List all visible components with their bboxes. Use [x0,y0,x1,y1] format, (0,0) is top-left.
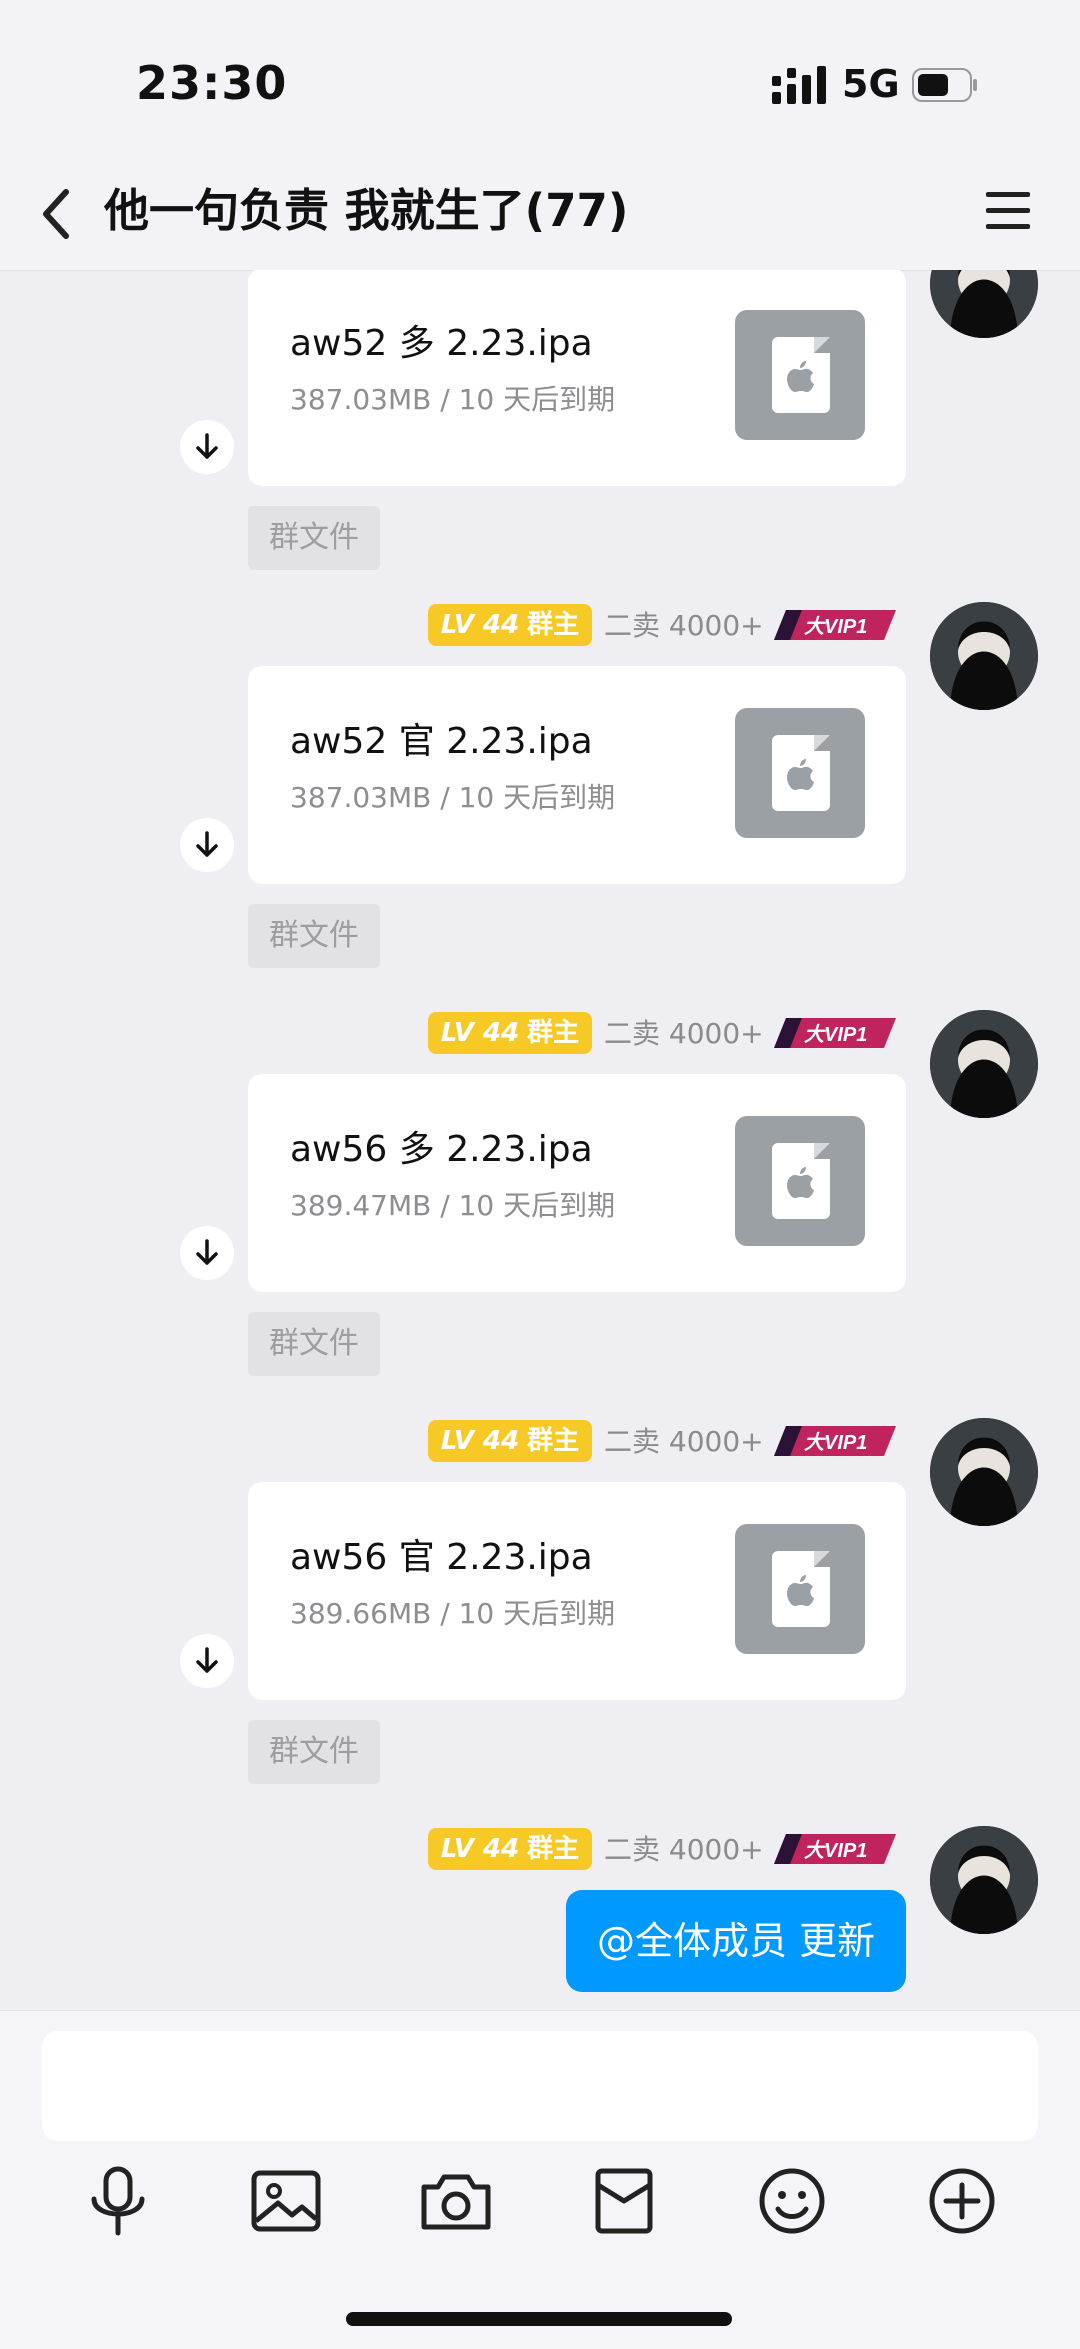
file-name: aw56 多 2.23.ipa [290,1129,593,1170]
vip-badge-text: 大VIP1 [804,1431,867,1454]
ipa-file-icon [735,1524,865,1654]
role-text: 群主 [527,1018,580,1048]
home-indicator[interactable] [346,2312,732,2326]
input-toolbar [0,2161,1080,2261]
vip-badge-icon: 大VIP1 [774,1426,896,1456]
download-arrow-icon [196,433,218,459]
vip-badge-icon: 大VIP1 [774,1834,896,1864]
sender-info: LV 44 群主 二卖 4000+ 大VIP1 [0,1012,910,1056]
status-time: 23:30 [136,56,288,110]
chat-header: 他一句负责 我就生了(77) [0,180,1080,271]
sender-info: LV 44 群主 二卖 4000+ 大VIP1 [0,604,910,648]
avatar[interactable] [930,1010,1038,1118]
download-arrow-icon [196,1239,218,1265]
level-text: LV 44 [440,1018,520,1048]
message-input[interactable] [42,2031,1038,2141]
vip-badge-text: 大VIP1 [804,615,867,638]
ipa-file-icon [735,1116,865,1246]
file-message-card[interactable]: aw56 多 2.23.ipa 389.47MB / 10 天后到期 [248,1074,906,1292]
file-meta: 389.47MB / 10 天后到期 [290,1189,616,1222]
sender-info: LV 44 群主 二卖 4000+ 大VIP1 [0,1828,910,1872]
menu-icon[interactable] [984,190,1032,232]
file-message-card[interactable]: aw52 多 2.23.ipa 387.03MB / 10 天后到期 [248,270,906,486]
sender-nickname[interactable]: 二卖 4000+ [604,1830,764,1870]
emoji-icon[interactable] [752,2161,832,2241]
role-text: 群主 [527,1834,580,1864]
avatar[interactable] [930,602,1038,710]
download-arrow-icon [196,1647,218,1673]
role-text: 群主 [527,1426,580,1456]
avatar[interactable] [930,1826,1038,1934]
file-message-card[interactable]: aw52 官 2.23.ipa 387.03MB / 10 天后到期 [248,666,906,884]
plus-icon[interactable] [922,2161,1002,2241]
file-meta: 387.03MB / 10 天后到期 [290,781,616,814]
ipa-file-icon [735,310,865,440]
group-file-tag: 群文件 [248,1312,380,1376]
group-file-tag: 群文件 [248,506,380,570]
signal-icon [772,66,826,104]
sender-nickname[interactable]: 二卖 4000+ [604,1422,764,1462]
level-badge: LV 44 群主 [428,604,592,646]
text-message-bubble[interactable]: @全体成员 更新 [566,1890,906,1992]
chat-list[interactable]: aw52 多 2.23.ipa 387.03MB / 10 天后到期 群文件 L… [0,270,1080,2010]
status-bar: 23:30 5G [0,0,1080,180]
file-name: aw52 官 2.23.ipa [290,721,593,762]
file-name: aw56 官 2.23.ipa [290,1537,593,1578]
input-area [0,2010,1080,2349]
vip-badge-icon: 大VIP1 [774,610,896,640]
level-text: LV 44 [440,1426,520,1456]
group-file-tag: 群文件 [248,1720,380,1784]
file-meta: 387.03MB / 10 天后到期 [290,383,616,416]
download-button[interactable] [180,818,234,872]
level-text: LV 44 [440,610,520,640]
file-name: aw52 多 2.23.ipa [290,323,593,364]
download-button[interactable] [180,1634,234,1688]
chat-title: 他一句负责 我就生了(77) [104,184,629,237]
ipa-file-icon [735,708,865,838]
download-arrow-icon [196,831,218,857]
download-button[interactable] [180,1226,234,1280]
level-text: LV 44 [440,1834,520,1864]
avatar[interactable] [930,1418,1038,1526]
camera-icon[interactable] [416,2161,496,2241]
vip-badge-text: 大VIP1 [804,1023,867,1046]
network-type: 5G [842,62,900,106]
vip-badge-text: 大VIP1 [804,1839,867,1862]
group-file-tag: 群文件 [248,904,380,968]
vip-badge-icon: 大VIP1 [774,1018,896,1048]
avatar[interactable] [930,270,1038,338]
level-badge: LV 44 群主 [428,1828,592,1870]
role-text: 群主 [527,610,580,640]
back-icon[interactable] [36,184,76,244]
download-button[interactable] [180,420,234,474]
battery-icon [912,68,977,102]
sender-info: LV 44 群主 二卖 4000+ 大VIP1 [0,1420,910,1464]
image-icon[interactable] [246,2161,326,2241]
level-badge: LV 44 群主 [428,1420,592,1462]
microphone-icon[interactable] [78,2161,158,2241]
sender-nickname[interactable]: 二卖 4000+ [604,1014,764,1054]
file-message-card[interactable]: aw56 官 2.23.ipa 389.66MB / 10 天后到期 [248,1482,906,1700]
level-badge: LV 44 群主 [428,1012,592,1054]
red-packet-icon[interactable] [584,2161,664,2241]
file-meta: 389.66MB / 10 天后到期 [290,1597,616,1630]
sender-nickname[interactable]: 二卖 4000+ [604,606,764,646]
